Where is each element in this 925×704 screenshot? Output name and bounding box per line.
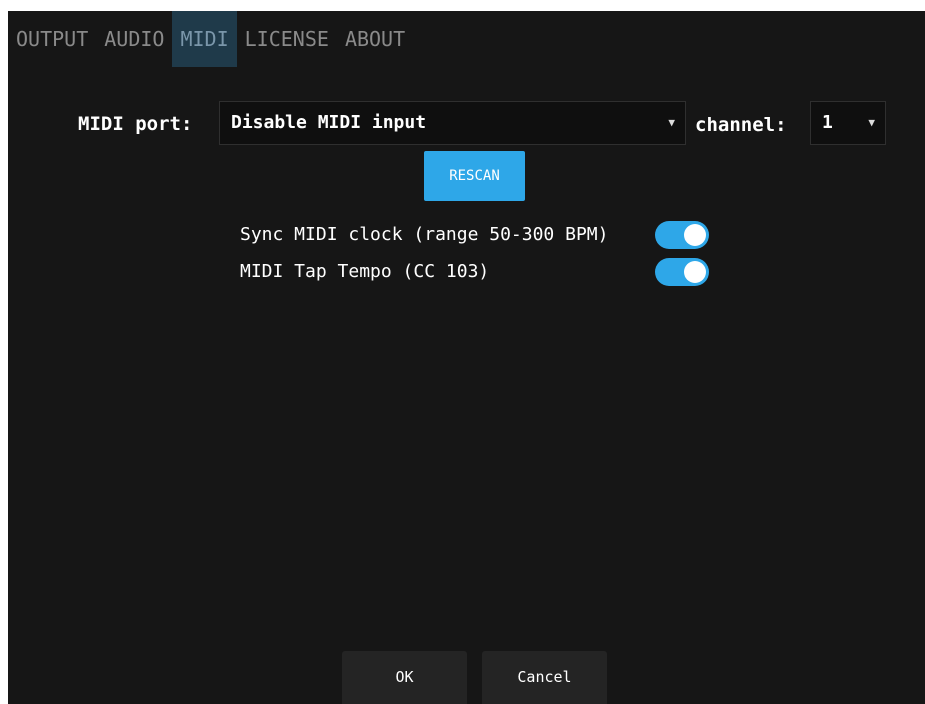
tab-midi[interactable]: MIDI: [172, 11, 237, 67]
ok-button[interactable]: OK: [342, 651, 467, 704]
tab-audio[interactable]: AUDIO: [96, 11, 172, 67]
midi-tap-tempo-toggle[interactable]: [655, 258, 709, 286]
toggle-knob: [684, 261, 706, 283]
midi-port-select[interactable]: Disable MIDI input ▼: [219, 101, 686, 145]
channel-select[interactable]: 1 ▼: [810, 101, 886, 145]
caret-down-icon: ▼: [668, 116, 675, 129]
toggle-knob: [684, 224, 706, 246]
sync-midi-clock-label: Sync MIDI clock (range 50-300 BPM): [240, 224, 609, 245]
tab-about[interactable]: ABOUT: [337, 11, 413, 67]
tab-license[interactable]: LICENSE: [237, 11, 337, 67]
midi-port-value: Disable MIDI input: [231, 112, 427, 133]
rescan-button[interactable]: RESCAN: [424, 151, 525, 201]
caret-down-icon: ▼: [868, 116, 875, 129]
channel-label: channel:: [695, 114, 787, 136]
midi-tap-tempo-row: MIDI Tap Tempo (CC 103): [240, 257, 720, 287]
sync-midi-clock-toggle[interactable]: [655, 221, 709, 249]
sync-midi-clock-row: Sync MIDI clock (range 50-300 BPM): [240, 220, 720, 250]
cancel-button[interactable]: Cancel: [482, 651, 607, 704]
tab-output[interactable]: OUTPUT: [8, 11, 96, 67]
midi-tap-tempo-label: MIDI Tap Tempo (CC 103): [240, 261, 490, 282]
midi-port-label: MIDI port:: [78, 113, 193, 135]
settings-dialog: OUTPUT AUDIO MIDI LICENSE ABOUT MIDI por…: [8, 11, 925, 704]
tab-bar: OUTPUT AUDIO MIDI LICENSE ABOUT: [8, 11, 413, 67]
channel-value: 1: [822, 112, 833, 133]
